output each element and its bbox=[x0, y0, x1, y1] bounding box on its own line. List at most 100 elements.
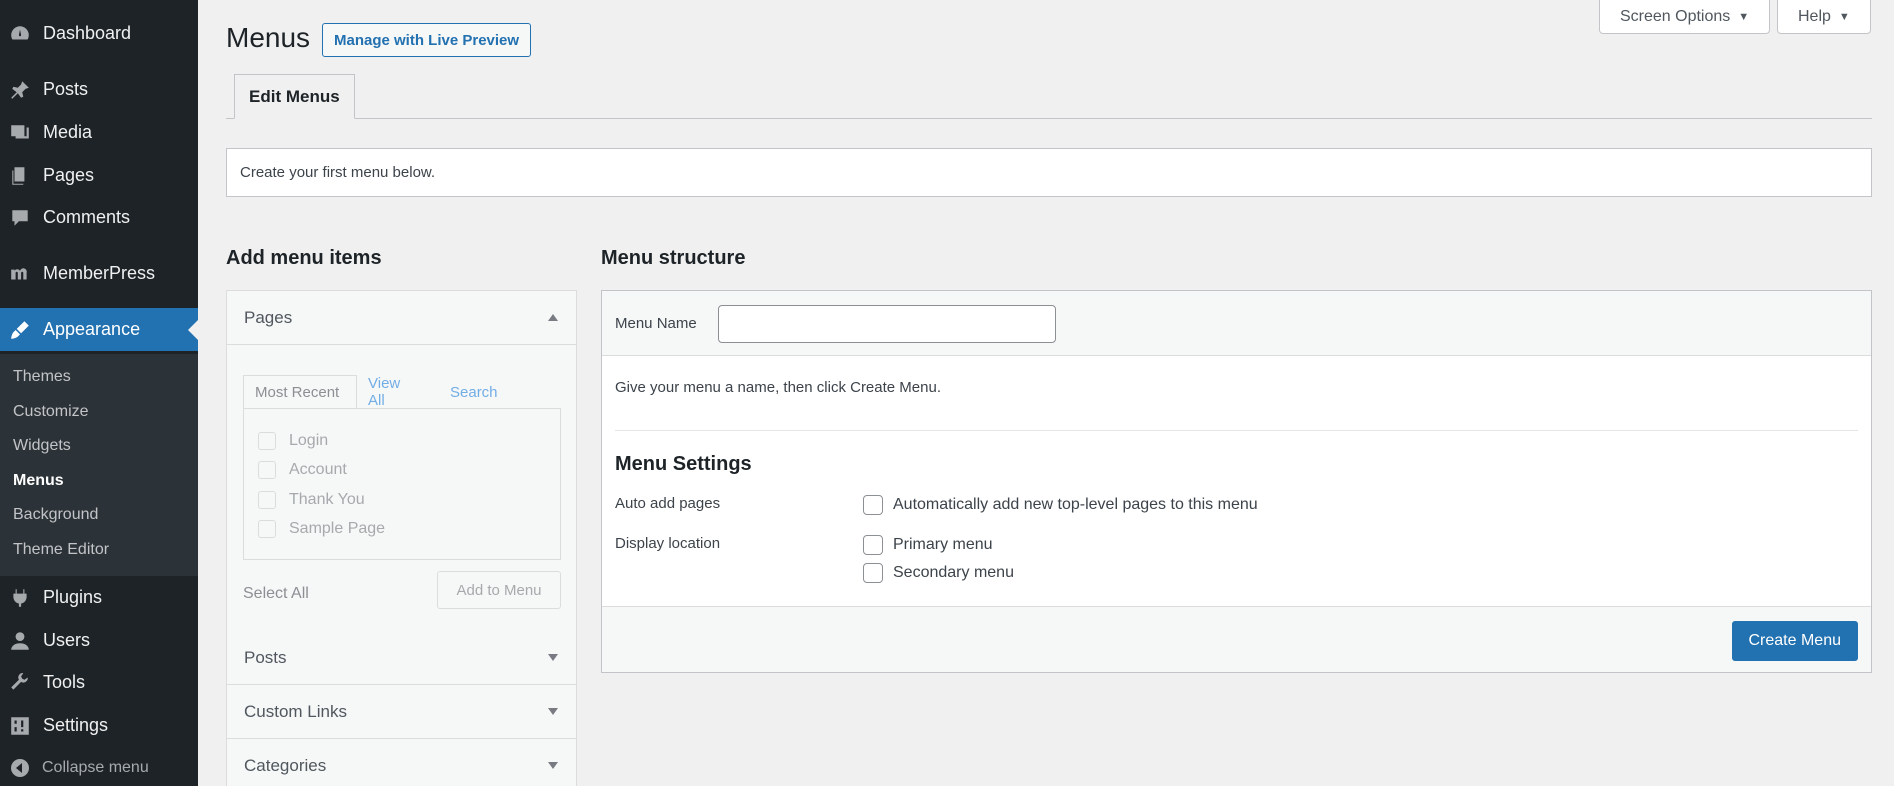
tab-most-recent[interactable]: Most Recent bbox=[243, 375, 357, 409]
list-item[interactable]: Login bbox=[258, 430, 328, 452]
sidebar-item-pages[interactable]: Pages bbox=[0, 154, 198, 197]
menu-settings-title: Menu Settings bbox=[615, 453, 752, 475]
dropdown-arrow-icon: ▼ bbox=[1738, 10, 1750, 23]
tab-edit-menus[interactable]: Edit Menus bbox=[234, 74, 355, 119]
sidebar-item-label: Posts bbox=[43, 79, 89, 99]
sidebar-item-comments[interactable]: Comments bbox=[0, 196, 198, 239]
secondary-menu-checkbox[interactable] bbox=[863, 563, 883, 583]
categories-section-header[interactable]: Categories bbox=[227, 739, 576, 786]
posts-section-header[interactable]: Posts bbox=[227, 631, 576, 685]
sidebar-item-label: Comments bbox=[43, 207, 131, 227]
screen-options-button[interactable]: Screen Options ▼ bbox=[1599, 0, 1771, 34]
comment-icon bbox=[9, 207, 31, 229]
collapse-menu-label: Collapse menu bbox=[42, 759, 149, 776]
custom-links-section-header[interactable]: Custom Links bbox=[227, 685, 576, 739]
collapse-arrow-icon bbox=[10, 758, 30, 778]
brush-icon bbox=[9, 319, 31, 341]
notice-box: Create your first menu below. bbox=[226, 148, 1872, 197]
sidebar-item-posts[interactable]: Posts bbox=[0, 68, 198, 111]
checkbox[interactable] bbox=[258, 491, 276, 509]
admin-sidebar: Dashboard Posts Media Pages Comments Mem… bbox=[0, 0, 198, 786]
user-icon bbox=[9, 630, 31, 652]
sidebar-item-label: Media bbox=[43, 122, 93, 142]
create-menu-button[interactable]: Create Menu bbox=[1731, 621, 1858, 661]
tab-search[interactable]: Search bbox=[439, 375, 509, 409]
menu-hint-text: Give your menu a name, then click Create… bbox=[615, 379, 941, 396]
section-label: Categories bbox=[244, 755, 327, 775]
help-label: Help bbox=[1798, 7, 1831, 25]
submenu-themes[interactable]: Themes bbox=[13, 368, 71, 386]
submenu-background[interactable]: Background bbox=[13, 506, 98, 524]
auto-add-pages-label: Auto add pages bbox=[615, 495, 721, 512]
sidebar-item-label: Settings bbox=[43, 715, 109, 735]
submenu-theme-editor[interactable]: Theme Editor bbox=[13, 541, 109, 559]
add-menu-items-accordion: Pages Most Recent View All Search Login … bbox=[226, 290, 577, 786]
section-label: Custom Links bbox=[244, 701, 347, 721]
memberpress-icon bbox=[9, 263, 31, 285]
expand-arrow-icon bbox=[548, 762, 558, 769]
sidebar-item-tools[interactable]: Tools bbox=[0, 661, 198, 704]
submenu-menus[interactable]: Menus bbox=[13, 472, 64, 490]
sidebar-item-label: Plugins bbox=[43, 587, 103, 607]
option-label: Automatically add new top-level pages to… bbox=[893, 496, 1258, 513]
expand-arrow-icon bbox=[548, 654, 558, 661]
plugin-icon bbox=[9, 587, 31, 609]
sidebar-item-settings[interactable]: Settings bbox=[0, 704, 198, 747]
appearance-submenu: Themes Customize Widgets Menus Backgroun… bbox=[0, 354, 198, 576]
select-all-link[interactable]: Select All bbox=[243, 585, 309, 603]
sidebar-item-plugins[interactable]: Plugins bbox=[0, 576, 198, 619]
sidebar-item-label: Appearance bbox=[43, 319, 141, 339]
sidebar-item-appearance[interactable]: Appearance bbox=[0, 308, 198, 351]
sidebar-item-label: Users bbox=[43, 630, 91, 650]
sidebar-item-media[interactable]: Media bbox=[0, 111, 198, 154]
checkbox[interactable] bbox=[258, 432, 276, 450]
dashboard-icon bbox=[9, 23, 31, 45]
list-item[interactable]: Thank You bbox=[258, 489, 365, 511]
add-menu-items-title: Add menu items bbox=[226, 247, 382, 269]
page-label: Sample Page bbox=[289, 520, 386, 537]
sidebar-item-label: Tools bbox=[43, 672, 86, 692]
page-title: Menus bbox=[226, 22, 311, 53]
list-item[interactable]: Sample Page bbox=[258, 518, 385, 540]
page-label: Thank You bbox=[289, 491, 365, 508]
screen-options-label: Screen Options bbox=[1620, 7, 1731, 25]
page-label: Account bbox=[289, 461, 347, 478]
section-label: Posts bbox=[244, 647, 287, 667]
help-button[interactable]: Help ▼ bbox=[1777, 0, 1871, 34]
auto-add-pages-checkbox[interactable] bbox=[863, 495, 883, 515]
option-label: Secondary menu bbox=[893, 564, 1014, 581]
sidebar-item-label: MemberPress bbox=[43, 263, 156, 283]
submenu-customize[interactable]: Customize bbox=[13, 403, 89, 421]
pages-list-panel: Login Account Thank You Sample Page bbox=[243, 408, 561, 560]
primary-menu-option[interactable]: Primary menu bbox=[863, 534, 993, 556]
collapse-menu-button[interactable]: Collapse menu bbox=[0, 753, 198, 783]
menu-structure-title: Menu structure bbox=[601, 247, 746, 269]
live-preview-button[interactable]: Manage with Live Preview bbox=[322, 23, 532, 57]
tab-view-all[interactable]: View All bbox=[357, 375, 411, 409]
divider bbox=[615, 430, 1858, 431]
menu-name-label: Menu Name bbox=[615, 315, 697, 332]
settings-icon bbox=[9, 715, 31, 737]
sidebar-item-users[interactable]: Users bbox=[0, 619, 198, 662]
media-icon bbox=[9, 122, 31, 144]
list-item[interactable]: Account bbox=[258, 459, 347, 481]
sidebar-item-memberpress[interactable]: MemberPress bbox=[0, 252, 198, 295]
submenu-widgets[interactable]: Widgets bbox=[13, 437, 71, 455]
option-label: Primary menu bbox=[893, 536, 993, 553]
pages-section-header[interactable]: Pages bbox=[227, 291, 576, 345]
add-to-menu-button[interactable]: Add to Menu bbox=[437, 571, 561, 609]
dropdown-arrow-icon: ▼ bbox=[1838, 10, 1850, 23]
checkbox[interactable] bbox=[258, 461, 276, 479]
collapse-arrow-icon bbox=[548, 314, 558, 321]
notice-text: Create your first menu below. bbox=[240, 164, 436, 181]
page-label: Login bbox=[289, 432, 329, 449]
checkbox[interactable] bbox=[258, 520, 276, 538]
primary-menu-checkbox[interactable] bbox=[863, 535, 883, 555]
secondary-menu-option[interactable]: Secondary menu bbox=[863, 562, 1014, 584]
auto-add-pages-option[interactable]: Automatically add new top-level pages to… bbox=[863, 494, 1258, 516]
section-label: Pages bbox=[244, 307, 293, 327]
menu-name-input[interactable] bbox=[718, 305, 1056, 343]
display-location-label: Display location bbox=[615, 535, 721, 552]
sidebar-item-dashboard[interactable]: Dashboard bbox=[0, 12, 198, 55]
pages-icon bbox=[9, 165, 31, 187]
